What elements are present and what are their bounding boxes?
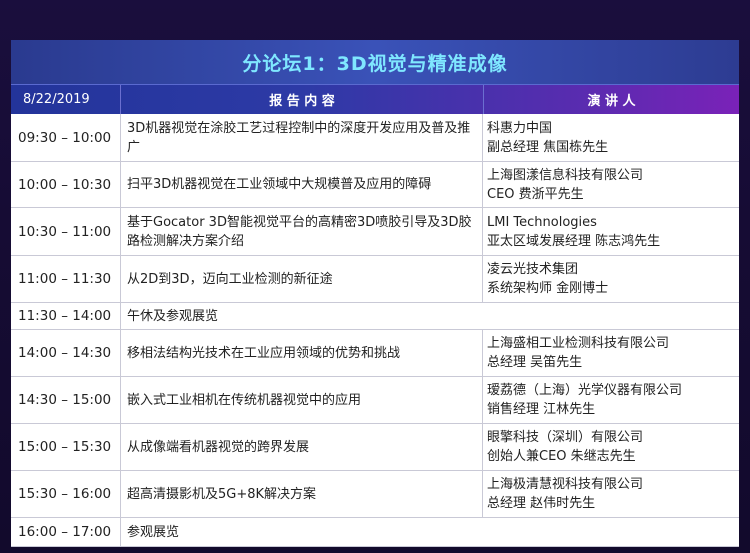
table-row: 16:00 – 17:00 参观展览 — [11, 518, 739, 547]
table-header: 8/22/2019 报 告 内 容 演 讲 人 — [11, 85, 739, 114]
speaker-person: 总经理 吴笛先生 — [487, 355, 583, 370]
time-cell: 14:00 – 14:30 — [11, 330, 121, 376]
table-row: 10:30 – 11:00 基于Gocator 3D智能视觉平台的高精密3D喷胶… — [11, 208, 739, 256]
speaker-cell: 科惠力中国 副总经理 焦国栋先生 — [483, 114, 739, 161]
table-row: 11:30 – 14:00 午休及参观展览 — [11, 303, 739, 330]
topic-cell: 参观展览 — [127, 524, 180, 540]
time-cell: 10:00 – 10:30 — [11, 162, 121, 207]
table-row: 14:00 – 14:30 移相法结构光技术在工业应用领域的优势和挑战 上海盛相… — [11, 330, 739, 377]
table-row: 15:30 – 16:00 超高清摄影机及5G+8K解决方案 上海极清慧视科技有… — [11, 471, 739, 518]
time-cell: 16:00 – 17:00 — [11, 518, 121, 546]
speaker-header: 演 讲 人 — [587, 94, 636, 109]
topic-cell: 移相法结构光技术在工业应用领域的优势和挑战 — [121, 330, 483, 376]
table-row: 10:00 – 10:30 扫平3D机器视觉在工业领域中大规模普及应用的障碍 上… — [11, 162, 739, 208]
topic-cell: 午休及参观展览 — [127, 308, 219, 324]
table-row: 09:30 – 10:00 3D机器视觉在涂胶工艺过程控制中的深度开发应用及普及… — [11, 114, 739, 162]
speaker-cell: LMI Technologies 亚太区域发展经理 陈志鸿先生 — [483, 208, 739, 255]
topic-cell: 从成像端看机器视觉的跨界发展 — [121, 424, 483, 470]
agenda-panel: 分论坛1：3D视觉与精准成像 8/22/2019 报 告 内 容 演 讲 人 0… — [11, 40, 739, 553]
speaker-cell: 瑷荔德（上海）光学仪器有限公司 销售经理 江林先生 — [483, 377, 739, 423]
speaker-cell: 上海极清慧视科技有限公司 总经理 赵伟时先生 — [483, 471, 739, 517]
agenda-table: 09:30 – 10:00 3D机器视觉在涂胶工艺过程控制中的深度开发应用及普及… — [11, 114, 739, 547]
time-cell: 11:30 – 14:00 — [11, 303, 121, 329]
topic-cell: 扫平3D机器视觉在工业领域中大规模普及应用的障碍 — [121, 162, 483, 207]
speaker-person: 销售经理 江林先生 — [487, 402, 596, 417]
time-cell: 14:30 – 15:00 — [11, 377, 121, 423]
speaker-org: 上海极清慧视科技有限公司 — [487, 477, 644, 492]
speaker-org: 科惠力中国 — [487, 120, 553, 136]
speaker-org: 上海盛相工业检测科技有限公司 — [487, 336, 670, 351]
topic-cell: 嵌入式工业相机在传统机器视觉中的应用 — [121, 377, 483, 423]
date-header: 8/22/2019 — [11, 85, 121, 114]
topic-cell: 超高清摄影机及5G+8K解决方案 — [121, 471, 483, 517]
speaker-cell: 上海图漾信息科技有限公司 CEO 费浙平先生 — [483, 162, 739, 207]
table-row: 14:30 – 15:00 嵌入式工业相机在传统机器视觉中的应用 瑷荔德（上海）… — [11, 377, 739, 424]
speaker-org: 上海图漾信息科技有限公司 — [487, 167, 644, 183]
speaker-org: 凌云光技术集团 — [487, 262, 579, 277]
topic-cell: 基于Gocator 3D智能视觉平台的高精密3D喷胶引导及3D胶路检测解决方案介… — [121, 208, 483, 255]
speaker-org: 瑷荔德（上海）光学仪器有限公司 — [487, 383, 683, 398]
table-row: 15:00 – 15:30 从成像端看机器视觉的跨界发展 眼擎科技（深圳）有限公… — [11, 424, 739, 471]
time-cell: 09:30 – 10:00 — [11, 114, 121, 161]
speaker-cell: 凌云光技术集团 系统架构师 金刚博士 — [483, 256, 739, 302]
speaker-person: 总经理 赵伟时先生 — [487, 496, 596, 511]
speaker-person: CEO 费浙平先生 — [487, 186, 584, 202]
topic-cell: 3D机器视觉在涂胶工艺过程控制中的深度开发应用及普及推广 — [121, 114, 483, 161]
speaker-person: 创始人兼CEO 朱继志先生 — [487, 449, 636, 464]
time-cell: 15:00 – 15:30 — [11, 424, 121, 470]
speaker-person: 系统架构师 金刚博士 — [487, 281, 609, 296]
speaker-org: LMI Technologies — [487, 214, 597, 230]
speaker-person: 副总经理 焦国栋先生 — [487, 139, 609, 155]
table-row: 11:00 – 11:30 从2D到3D，迈向工业检测的新征途 凌云光技术集团 … — [11, 256, 739, 303]
speaker-org: 眼擎科技（深圳）有限公司 — [487, 430, 644, 445]
time-cell: 10:30 – 11:00 — [11, 208, 121, 255]
speaker-cell: 眼擎科技（深圳）有限公司 创始人兼CEO 朱继志先生 — [483, 424, 739, 470]
time-cell: 11:00 – 11:30 — [11, 256, 121, 302]
speaker-person: 亚太区域发展经理 陈志鸿先生 — [487, 233, 661, 249]
speaker-cell: 上海盛相工业检测科技有限公司 总经理 吴笛先生 — [483, 330, 739, 376]
forum-title: 分论坛1：3D视觉与精准成像 — [11, 40, 739, 85]
time-cell: 15:30 – 16:00 — [11, 471, 121, 517]
content-header: 报 告 内 容 — [121, 85, 484, 114]
topic-cell: 从2D到3D，迈向工业检测的新征途 — [121, 256, 483, 302]
